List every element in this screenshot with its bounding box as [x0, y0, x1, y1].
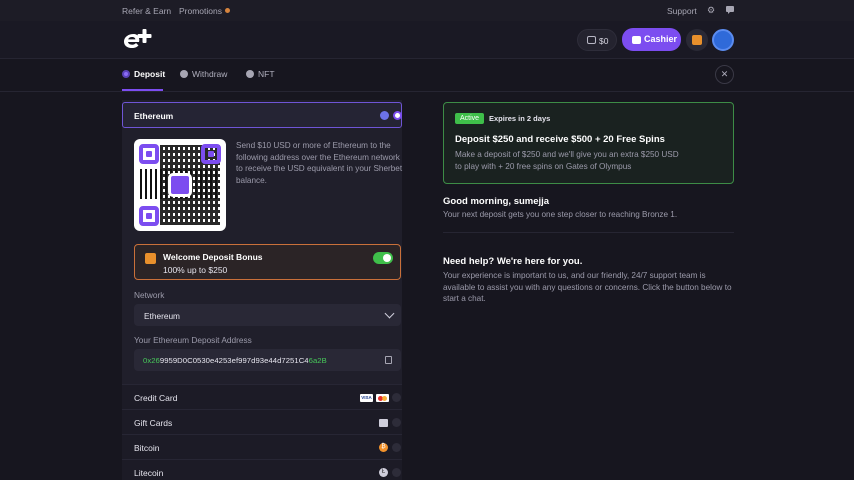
qr-finder: [139, 144, 159, 164]
chevron-down-icon: [384, 308, 395, 319]
payment-method-gift-cards[interactable]: Gift Cards: [122, 409, 402, 434]
nft-icon: [246, 70, 254, 78]
radio-button[interactable]: [392, 443, 401, 452]
bitcoin-icon: ₿: [379, 443, 388, 452]
wallet-icon: [587, 36, 596, 44]
sherbet-logo[interactable]: [122, 27, 152, 51]
network-icon: [393, 111, 402, 120]
payment-method-label: Bitcoin: [134, 443, 160, 453]
payment-method-label: Credit Card: [134, 393, 178, 403]
withdraw-icon: [180, 70, 188, 78]
promo-expiry: Expires in 2 days: [489, 114, 551, 123]
payment-methods-list: Credit Card VISA Gift Cards Bitcoin ₿ Li…: [122, 384, 402, 480]
status-badge: Active: [455, 113, 485, 124]
chat-icon[interactable]: [725, 5, 735, 15]
payment-method-label: Gift Cards: [134, 418, 173, 428]
qr-finder: [201, 144, 221, 164]
mastercard-icon: [376, 394, 389, 402]
site-header: $0 Cashier: [0, 21, 854, 58]
tab-nft[interactable]: NFT: [246, 69, 275, 79]
sherbet-logo-icon: [168, 173, 192, 197]
network-select[interactable]: Ethereum: [134, 304, 401, 326]
radio-button[interactable]: [392, 418, 401, 427]
radio-button[interactable]: [392, 393, 401, 402]
payment-method-label: Litecoin: [134, 468, 164, 478]
help-title: Need help? We're here for you.: [443, 256, 583, 267]
balance-display[interactable]: $0: [577, 29, 617, 51]
payment-method-credit-card[interactable]: Credit Card VISA: [122, 384, 402, 409]
tab-deposit[interactable]: Deposit: [122, 69, 165, 79]
greeting-title: Good morning, sumejja: [443, 196, 550, 207]
deposit-address-field[interactable]: 0x269959D0C0530e4253ef997d93e44d7251C46a…: [134, 349, 401, 371]
visa-icon: VISA: [360, 394, 373, 402]
network-label: Network: [134, 290, 165, 300]
litecoin-icon: Ł: [379, 468, 388, 477]
tab-withdraw-label: Withdraw: [192, 69, 228, 79]
promotions-link[interactable]: Promotions: [179, 6, 222, 16]
currency-select[interactable]: Ethereum: [122, 102, 402, 128]
greeting-subtitle: Your next deposit gets you one step clos…: [443, 210, 678, 219]
copy-icon[interactable]: [385, 356, 392, 364]
toggle-knob: [383, 254, 391, 262]
gift-icon: [145, 253, 156, 264]
network-value: Ethereum: [144, 311, 180, 321]
close-icon[interactable]: ✕: [715, 65, 734, 84]
avatar[interactable]: [712, 29, 734, 51]
rewards-button[interactable]: [686, 29, 708, 51]
gift-card-icon: [379, 419, 388, 427]
refer-earn-link[interactable]: Refer & Earn: [122, 6, 171, 16]
deposit-address[interactable]: 0x269959D0C0530e4253ef997d93e44d7251C46a…: [143, 356, 327, 365]
gift-icon: [692, 35, 702, 45]
tab-deposit-label: Deposit: [134, 69, 166, 79]
top-bar: Refer & Earn Promotions Support ⚙: [0, 0, 854, 21]
balance-amount: $0: [599, 36, 609, 46]
payment-method-litecoin[interactable]: Litecoin Ł: [122, 459, 402, 480]
header-divider: [0, 58, 854, 59]
deposit-qr-code: [134, 139, 226, 231]
currency-label: Ethereum: [134, 111, 174, 121]
wallet-icon: [632, 36, 641, 44]
tab-nft-label: NFT: [258, 69, 275, 79]
qr-finder: [139, 206, 159, 226]
section-divider: [443, 232, 734, 233]
address-label: Your Ethereum Deposit Address: [134, 335, 252, 345]
support-link[interactable]: Support: [667, 6, 697, 16]
promotion-card[interactable]: Active Expires in 2 days Deposit $250 an…: [443, 102, 734, 184]
promo-title: Deposit $250 and receive $500 + 20 Free …: [455, 134, 665, 145]
promo-description: Make a deposit of $250 and we'll give yo…: [455, 150, 679, 171]
ethereum-icon: [380, 111, 389, 120]
cashier-label: Cashier: [644, 34, 678, 44]
deposit-instructions: Send $10 USD or more of Ethereum to the …: [236, 141, 403, 185]
cashier-button[interactable]: Cashier: [622, 28, 681, 51]
bonus-toggle[interactable]: [373, 252, 393, 264]
radio-button[interactable]: [392, 468, 401, 477]
welcome-bonus-card: Welcome Deposit Bonus 100% up to $250: [134, 244, 401, 280]
bonus-title: Welcome Deposit Bonus: [163, 252, 263, 262]
tab-withdraw[interactable]: Withdraw: [180, 69, 227, 79]
deposit-icon: [122, 70, 130, 78]
bonus-subtitle: 100% up to $250: [163, 265, 228, 275]
payment-method-bitcoin[interactable]: Bitcoin ₿: [122, 434, 402, 459]
help-description: Your experience is important to us, and …: [443, 271, 732, 303]
tabs-divider: [0, 91, 854, 92]
gear-icon[interactable]: ⚙: [706, 5, 716, 15]
promotions-notification-dot: [225, 8, 230, 13]
